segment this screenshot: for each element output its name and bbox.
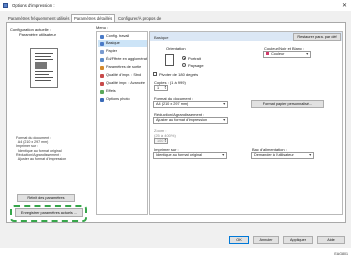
quality-advanced-icon <box>100 81 104 86</box>
paper-icon <box>100 49 104 54</box>
summary-line: Ajuster au format d'impression <box>16 157 67 162</box>
cancel-button[interactable]: Annuler <box>253 236 279 244</box>
rotate-180-label: Pivoter de 180 degrés <box>159 72 199 77</box>
save-current-settings-button[interactable]: Enregistrer paramètres actuels ... <box>15 208 83 217</box>
apply-button[interactable]: Appliquer <box>283 236 313 244</box>
rotate-180-checkbox[interactable] <box>153 72 157 76</box>
stepper-arrows-icon[interactable]: ▲ ▼ <box>164 138 166 144</box>
orientation-label: Orientation <box>166 46 186 51</box>
current-config-value: Paramètre utilisateur <box>19 32 56 37</box>
print-options-window: Options d’impression : ✕ Paramètres fréq… <box>0 0 351 248</box>
chevron-down-icon: ▼ <box>305 52 309 56</box>
menu-item-label: Basique <box>106 41 120 45</box>
color-swatch-icon <box>266 52 269 55</box>
portrait-label: Portrait <box>188 56 201 61</box>
photo-options-icon <box>100 97 104 102</box>
copies-stepper[interactable]: 1 ▲ ▼ <box>154 85 168 91</box>
menu-item-effects[interactable]: Effets <box>98 88 147 95</box>
reduce-enlarge-select[interactable]: Ajuster au format d'impression ▼ <box>153 117 228 124</box>
document-size-select[interactable]: A4 (210 x 297 mm) ▼ <box>153 101 228 108</box>
menu-item-output[interactable]: Paramètres de sortie <box>98 64 147 71</box>
chevron-down-icon: ▼ <box>308 153 312 157</box>
basic-icon <box>100 41 104 46</box>
menu-label: Menu : <box>96 25 109 30</box>
section-title: Basique <box>154 34 169 40</box>
menu-item-basic[interactable]: Basique <box>98 40 147 47</box>
settings-summary: Format du document : A4 (210 x 297 mm) I… <box>16 136 66 161</box>
finishing-icon <box>100 57 104 62</box>
close-icon[interactable]: ✕ <box>342 2 347 9</box>
paper-tray-value: Demander à l'utilisateur <box>254 153 294 157</box>
chevron-down-icon: ▼ <box>222 118 226 122</box>
landscape-radio[interactable] <box>182 63 186 67</box>
landscape-label: Paysage <box>188 63 204 68</box>
settings-panel: Configuration actuelle : Paramètre utili… <box>6 22 346 223</box>
chevron-down-icon: ▼ <box>221 153 225 157</box>
menu-item-paper[interactable]: Papier <box>98 48 147 55</box>
portrait-radio[interactable] <box>182 56 186 60</box>
printer-app-icon <box>3 3 8 8</box>
print-on-value: Identique au format original <box>156 153 203 157</box>
window-title: Options d’impression : <box>12 3 55 8</box>
quality-icon <box>100 73 104 78</box>
menu-item-finishing[interactable]: Éd/Fffrée en agglomérat <box>98 56 147 63</box>
menu-item-label: Qualité d'impr. : Stnd <box>106 73 142 77</box>
menu-item-label: Qualité impr. : Avancée <box>106 81 145 85</box>
figure-code: EAG801 <box>334 252 348 256</box>
paper-tray-select[interactable]: Demander à l'utilisateur ▼ <box>251 152 314 159</box>
title-bar: Options d’impression : ✕ <box>0 0 351 11</box>
menu-item-photo-options[interactable]: Options photo <box>98 96 147 103</box>
zoom-value: 100 <box>157 139 164 143</box>
portrait-page-icon <box>165 54 174 66</box>
stepper-arrows-icon[interactable]: ▲ ▼ <box>164 85 166 91</box>
reduce-enlarge-value: Ajuster au format d'impression <box>156 118 208 122</box>
document-size-value: A4 (210 x 297 mm) <box>156 102 189 106</box>
menu-item-quality-advanced[interactable]: Qualité impr. : Avancée <box>98 80 147 87</box>
output-icon <box>100 65 104 70</box>
menu-item-job-setup[interactable]: Config. travail <box>98 33 147 40</box>
menu-item-label: Config. travail <box>106 34 130 38</box>
menu-item-quality-standard[interactable]: Qualité d'impr. : Stnd <box>98 72 147 79</box>
menu-item-label: Options photo <box>106 97 130 101</box>
zoom-stepper[interactable]: 100 ▲ ▼ <box>154 138 168 144</box>
ok-button[interactable]: OK <box>229 236 249 244</box>
color-mode-value: Couleur <box>271 52 285 56</box>
effects-icon <box>100 89 104 94</box>
reset-settings-button[interactable]: Réinit des paramètres <box>17 194 75 202</box>
copies-value: 1 <box>157 86 160 90</box>
menu-list: Config. travail Basique Papier Éd/Fffrée… <box>96 31 148 215</box>
chevron-down-icon: ▼ <box>222 102 226 106</box>
tab-frequent[interactable]: Paramètres fréquemment utilisés <box>6 15 71 22</box>
menu-item-label: Éd/Fffrée en agglomérat <box>106 57 147 61</box>
picture-placeholder-icon <box>35 62 47 69</box>
job-setup-icon <box>100 34 104 39</box>
print-on-select[interactable]: Identique au format original ▼ <box>153 152 227 159</box>
basic-settings-section: Basique Restaurer para. par déf Orientat… <box>149 31 343 215</box>
help-button[interactable]: Aide <box>317 236 345 244</box>
menu-item-label: Paramètres de sortie <box>106 65 142 69</box>
restore-defaults-button[interactable]: Restaurer para. par déf <box>293 32 341 41</box>
page-preview <box>30 48 58 88</box>
menu-item-label: Effets <box>106 89 116 93</box>
menu-item-label: Papier <box>106 49 117 53</box>
tab-configure-about[interactable]: Configurer/À propos de <box>116 15 163 22</box>
color-mode-select[interactable]: Couleur ▼ <box>263 51 311 58</box>
custom-paper-size-button[interactable]: Format papier personnalisé... <box>251 100 324 108</box>
